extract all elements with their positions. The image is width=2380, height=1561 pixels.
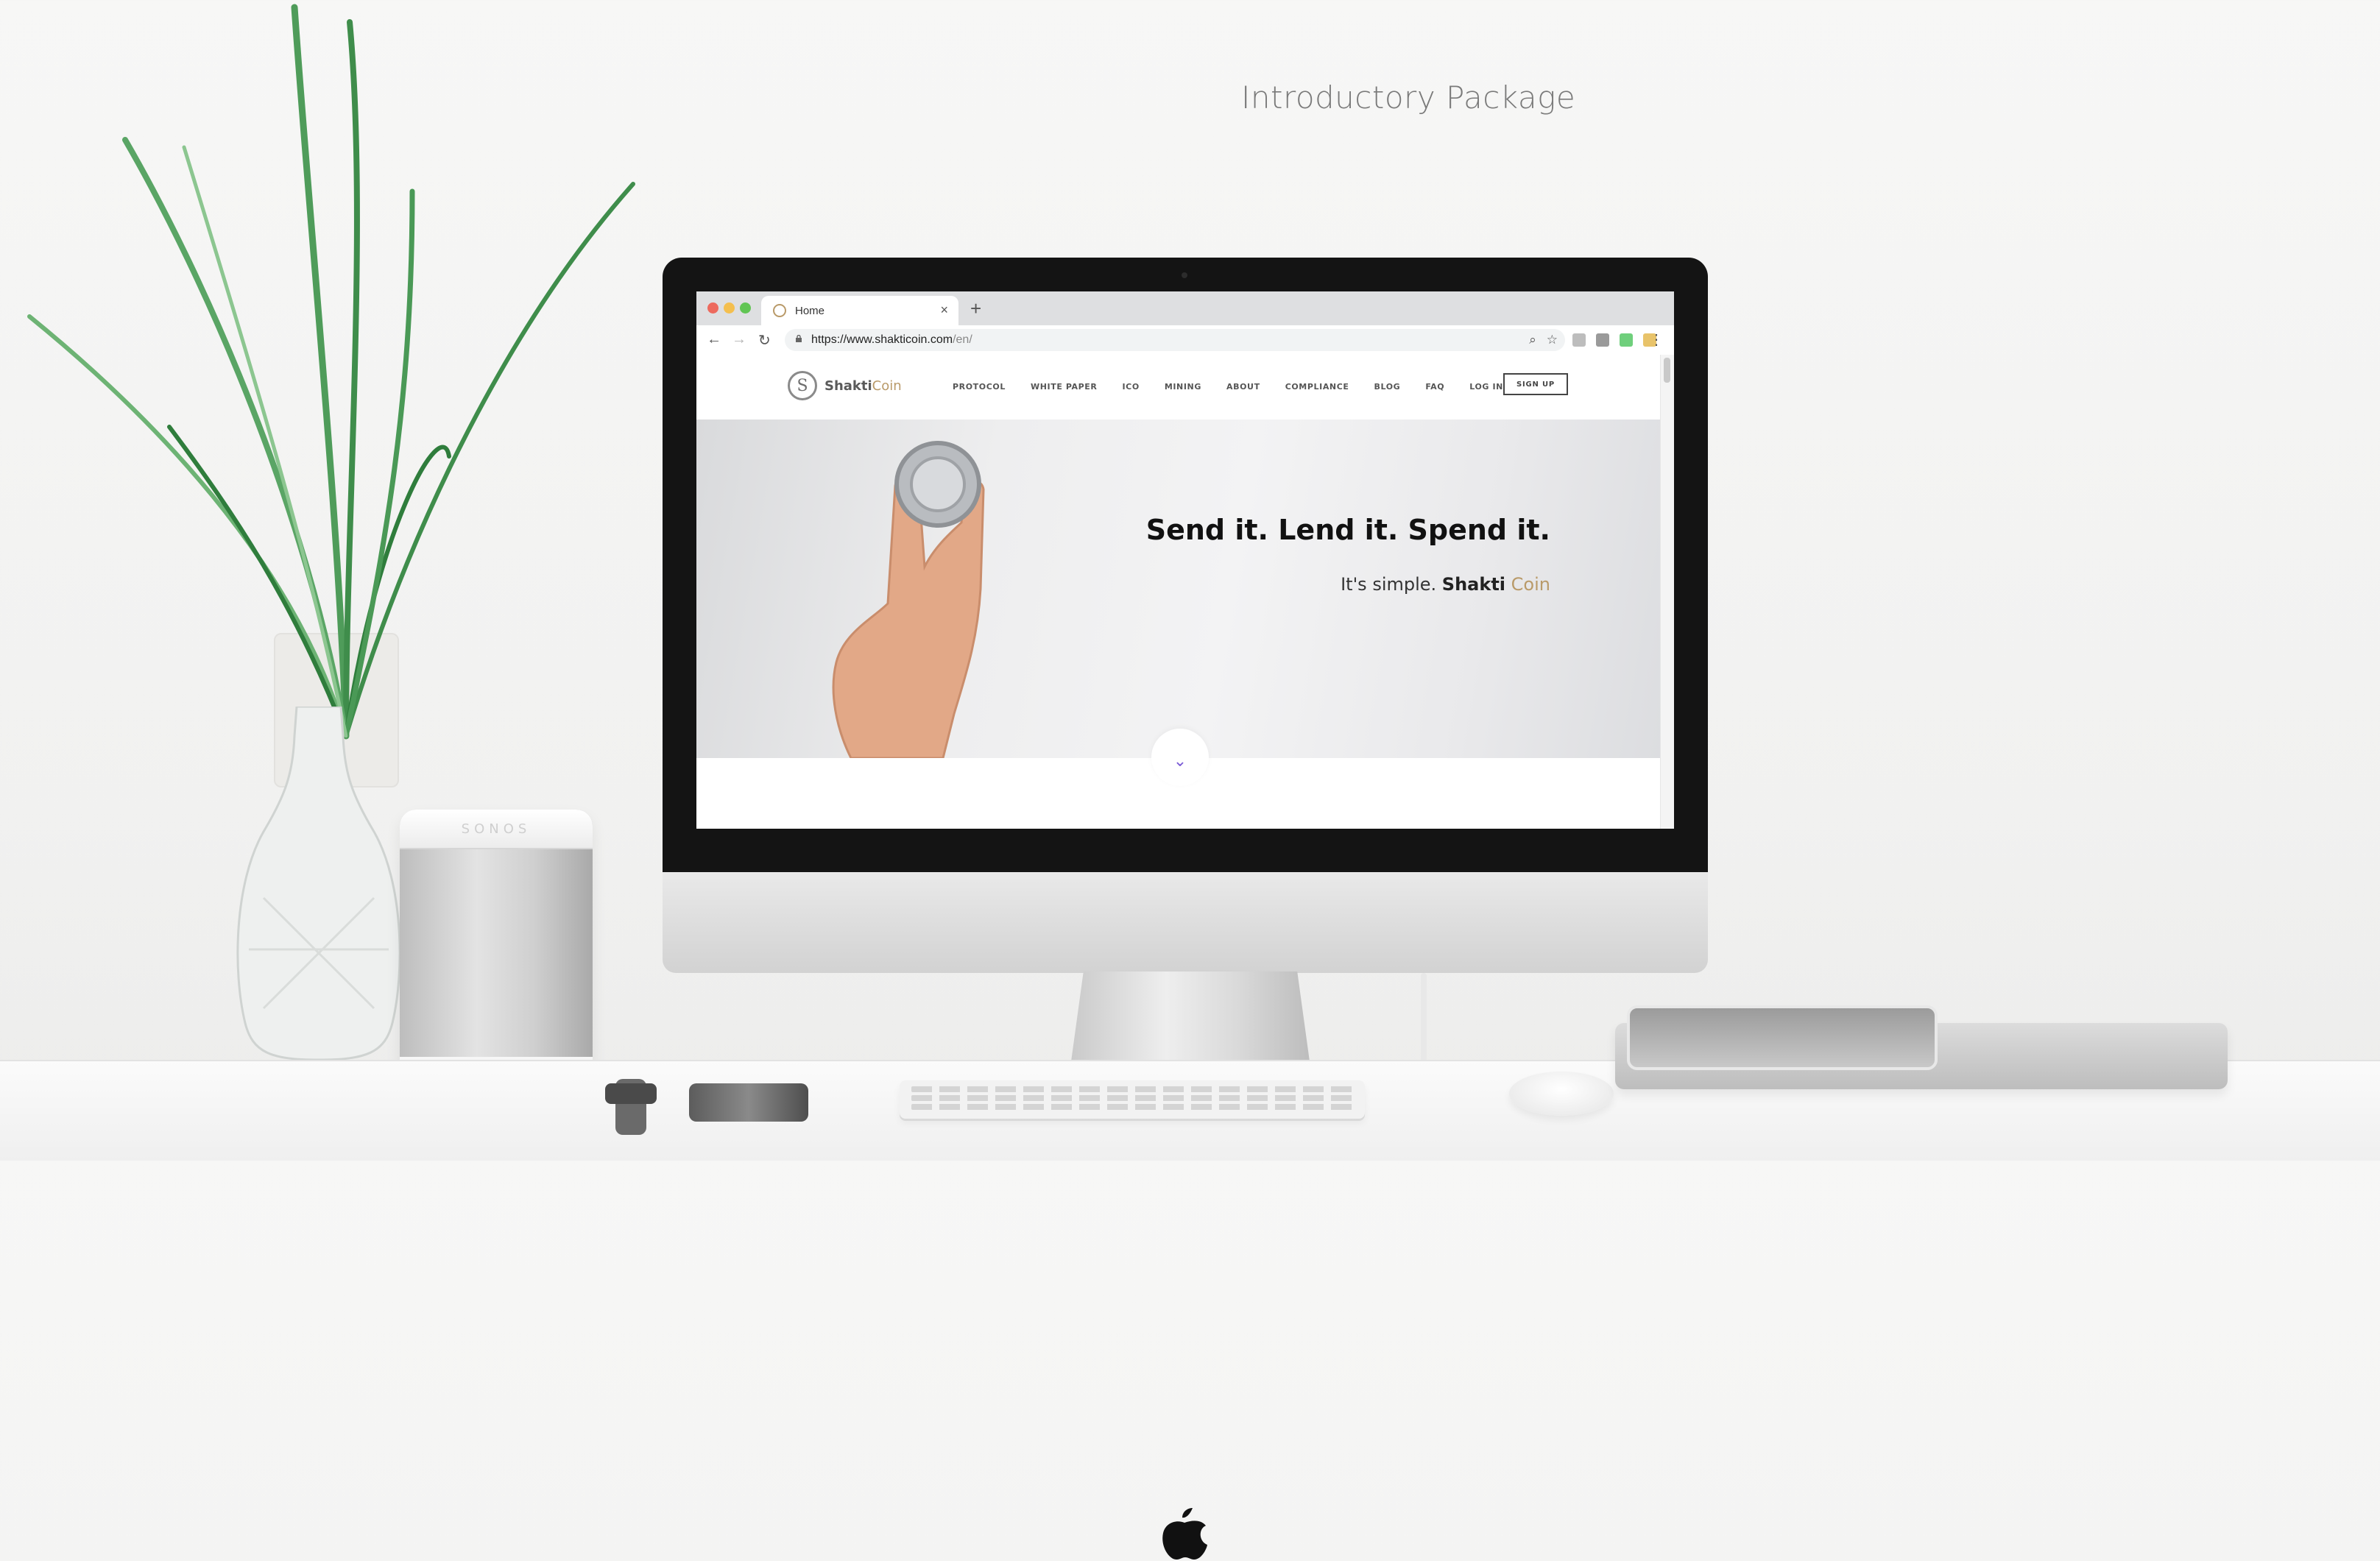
sign-up-button[interactable]: SIGN UP — [1503, 373, 1568, 395]
omnibox-icons: ⌕ ☆ — [1529, 333, 1558, 347]
keyboard-row — [911, 1086, 1353, 1092]
scrollbar-thumb[interactable] — [1664, 358, 1670, 383]
keyboard — [900, 1080, 1365, 1119]
logo-coin: Coin — [872, 378, 902, 394]
tab-bar: Home × + — [696, 291, 1674, 325]
scroll-down-button[interactable]: ⌄ — [1151, 729, 1209, 786]
imac: Home × + ← → ↻ https://www.shakticoin.co… — [663, 258, 1708, 1560]
glass-vase — [236, 707, 401, 1060]
chevron-down-icon: ⌄ — [1173, 751, 1187, 770]
keyboard-row — [911, 1104, 1353, 1110]
nav-item-compliance[interactable]: COMPLIANCE — [1285, 382, 1349, 392]
camera — [1182, 272, 1187, 278]
reload-button[interactable]: ↻ — [758, 331, 771, 350]
back-button[interactable]: ← — [707, 331, 721, 348]
hero-sub-prefix: It's simple. — [1341, 574, 1442, 595]
extension-icon[interactable] — [1620, 333, 1633, 347]
extension-icon[interactable] — [1572, 333, 1586, 347]
close-window-button[interactable] — [707, 302, 718, 314]
imac-bezel: Home × + ← → ↻ https://www.shakticoin.co… — [663, 258, 1708, 872]
tablet — [1627, 1005, 1938, 1070]
power-cable — [1421, 973, 1427, 1067]
site-logo[interactable]: S ShaktiCoin — [788, 371, 902, 400]
scene: Introductory Package SONOS Home × + ← → … — [0, 0, 2380, 1560]
speaker: SONOS — [400, 810, 593, 1076]
speaker-brand: SONOS — [461, 821, 532, 837]
nav-item-faq[interactable]: FAQ — [1425, 382, 1444, 392]
mouse — [1509, 1072, 1614, 1116]
maximize-window-button[interactable] — [740, 302, 751, 314]
address-bar[interactable]: https://www.shakticoin.com/en/ ⌕ ☆ — [785, 329, 1565, 351]
smartphone — [689, 1083, 808, 1122]
tab-close-icon[interactable]: × — [940, 302, 948, 318]
nav-item-about[interactable]: ABOUT — [1226, 382, 1260, 392]
browser-menu-icon[interactable]: ⋮ — [1649, 330, 1664, 349]
hero-title: Send it. Lend it. Spend it. — [1145, 514, 1550, 546]
extension-icons — [1572, 333, 1656, 347]
site-header: S ShaktiCoin PROTOCOL WHITE PAPER ICO MI… — [696, 355, 1661, 420]
hero-sub-coin: Coin — [1511, 574, 1550, 595]
tab-home[interactable]: Home × — [761, 296, 958, 325]
nav-item-protocol[interactable]: PROTOCOL — [953, 382, 1006, 392]
keyboard-row — [911, 1095, 1353, 1101]
bookmark-star-icon[interactable]: ☆ — [1547, 333, 1558, 347]
url-text: https://www.shakticoin.com/en/ — [811, 333, 972, 347]
imac-chin — [663, 872, 1708, 1560]
apple-logo-icon — [1162, 1508, 1207, 1560]
logo-text: ShaktiCoin — [824, 378, 902, 394]
url-host: https://www.shakticoin.com — [811, 333, 953, 346]
browser-window: Home × + ← → ↻ https://www.shakticoin.co… — [696, 291, 1674, 829]
nav-item-mining[interactable]: MINING — [1165, 382, 1201, 392]
hero-sub-brand: Shakti — [1441, 574, 1506, 595]
zoom-icon[interactable]: ⌕ — [1529, 333, 1536, 347]
new-tab-button[interactable]: + — [970, 297, 981, 320]
page-headline: Introductory Package — [1241, 79, 1576, 116]
nav-item-blog[interactable]: BLOG — [1374, 382, 1401, 392]
forward-button[interactable]: → — [732, 331, 746, 348]
speaker-top: SONOS — [400, 810, 593, 849]
page-scrollbar[interactable] — [1660, 355, 1674, 829]
hero-subtitle: It's simple. Shakti Coin — [1341, 574, 1550, 595]
hand-holding-coin-image — [832, 441, 985, 758]
website: S ShaktiCoin PROTOCOL WHITE PAPER ICO MI… — [696, 355, 1661, 829]
site-nav: PROTOCOL WHITE PAPER ICO MINING ABOUT CO… — [953, 382, 1528, 392]
extension-icon[interactable] — [1596, 333, 1609, 347]
minimize-window-button[interactable] — [724, 302, 735, 314]
url-path: /en/ — [953, 333, 972, 346]
logo-mark-icon: S — [788, 371, 817, 400]
smartwatch — [605, 1079, 657, 1135]
lock-icon — [796, 335, 802, 342]
nav-item-log-in[interactable]: LOG IN — [1469, 382, 1503, 392]
nav-item-white-paper[interactable]: WHITE PAPER — [1031, 382, 1098, 392]
favicon-icon — [773, 304, 786, 317]
tab-title: Home — [795, 304, 825, 317]
hero-banner: Send it. Lend it. Spend it. It's simple.… — [696, 420, 1661, 758]
logo-name: Shakti — [824, 378, 872, 394]
nav-item-ico[interactable]: ICO — [1122, 382, 1139, 392]
browser-toolbar: ← → ↻ https://www.shakticoin.com/en/ ⌕ ☆ — [696, 325, 1674, 355]
